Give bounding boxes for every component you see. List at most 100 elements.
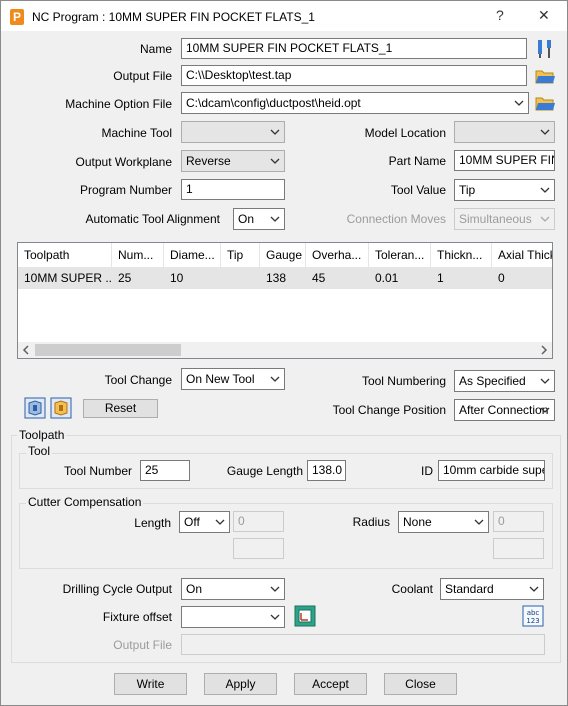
output-workplane-value: Reverse: [186, 154, 231, 168]
column-header[interactable]: Tip: [221, 243, 260, 268]
column-header[interactable]: Gauge: [260, 243, 306, 268]
chevron-down-icon: [540, 129, 550, 135]
fixture-offset-combo[interactable]: [181, 606, 285, 628]
length-value: Off: [184, 515, 200, 529]
output-file-input[interactable]: C:\\Desktop\test.tap: [181, 65, 527, 86]
length-number-input[interactable]: 0: [233, 511, 284, 532]
tool-change-label: Tool Change: [104, 373, 172, 387]
column-header[interactable]: Toolpath: [18, 243, 112, 268]
column-header[interactable]: Thickn...: [431, 243, 492, 268]
name-input[interactable]: 10MM SUPER FIN POCKET FLATS_1: [181, 38, 527, 59]
scroll-right-icon[interactable]: [539, 345, 549, 355]
connection-moves-value: Simultaneous: [459, 212, 532, 226]
machine-option-combo[interactable]: C:\dcam\config\ductpost\heid.opt: [181, 92, 529, 114]
tool-number-label: Tool Number: [63, 464, 132, 478]
tool-change-combo[interactable]: On New Tool: [181, 368, 285, 390]
drilling-cycle-value: On: [186, 582, 203, 596]
tool-value-combo[interactable]: Tip: [454, 179, 555, 201]
radius-label: Radius: [352, 515, 390, 529]
table-cell: 10MM SUPER ...: [24, 271, 112, 285]
tool-numbering-label: Tool Numbering: [361, 374, 446, 388]
title-bar: P NC Program : 10MM SUPER FIN POCKET FLA…: [1, 1, 567, 31]
model-location-combo[interactable]: [454, 121, 555, 143]
nc-program-dialog: P NC Program : 10MM SUPER FIN POCKET FLA…: [0, 0, 568, 706]
machine-tool-combo[interactable]: [181, 121, 285, 143]
close-button[interactable]: Close: [384, 673, 457, 695]
window-title: NC Program : 10MM SUPER FIN POCKET FLATS…: [32, 10, 315, 24]
auto-align-label: Automatic Tool Alignment: [85, 212, 220, 226]
column-header[interactable]: Num...: [112, 243, 164, 268]
tool-change-position-value: After Connection: [459, 403, 549, 417]
part-name-input[interactable]: 10MM SUPER FIN POCKET FLATS_1: [454, 150, 555, 171]
chevron-down-icon: [540, 407, 550, 413]
table-cell: 45: [312, 271, 326, 285]
column-header[interactable]: Axial Thick: [492, 243, 552, 268]
drilling-cycle-combo[interactable]: On: [181, 578, 285, 600]
fixture-offset-label: Fixture offset: [102, 610, 172, 624]
table-cell: 10: [170, 271, 184, 285]
model-location-label: Model Location: [364, 126, 446, 140]
table-cell: 1: [437, 271, 444, 285]
output-workplane-label: Output Workplane: [75, 155, 173, 169]
length-combo[interactable]: Off: [179, 511, 230, 533]
coolant-value: Standard: [445, 582, 494, 596]
app-logo-icon: P: [10, 9, 24, 25]
reset-button[interactable]: Reset: [83, 399, 158, 418]
length-extra-input[interactable]: [233, 538, 284, 559]
text-options-icon[interactable]: abc 123: [522, 605, 544, 627]
apply-button[interactable]: Apply: [204, 673, 277, 695]
tool-number-input[interactable]: 25: [140, 460, 190, 481]
chevron-down-icon: [270, 216, 280, 222]
tool-numbering-combo[interactable]: As Specified: [454, 370, 555, 392]
column-header[interactable]: Toleran...: [369, 243, 431, 268]
tool-numbering-value: As Specified: [459, 374, 526, 388]
chevron-down-icon: [270, 158, 280, 164]
radius-extra-input[interactable]: [493, 538, 544, 559]
open-folder-icon[interactable]: [534, 92, 556, 114]
column-header[interactable]: Overha...: [306, 243, 369, 268]
gauge-length-input[interactable]: 138.0: [307, 460, 346, 481]
tool-id-input[interactable]: 10mm carbide super fin: [438, 460, 545, 481]
radius-number-input[interactable]: 0: [493, 511, 544, 532]
connection-moves-label: Connection Moves: [346, 212, 446, 226]
coolant-label: Coolant: [391, 582, 433, 596]
scroll-left-icon[interactable]: [21, 345, 31, 355]
program-number-input[interactable]: 1: [181, 179, 285, 200]
tool-renumber-icon[interactable]: [50, 397, 72, 419]
chevron-down-icon: [270, 586, 280, 592]
radius-combo[interactable]: None: [398, 511, 489, 533]
chevron-down-icon: [474, 519, 484, 525]
coolant-combo[interactable]: Standard: [440, 578, 544, 600]
name-label: Name: [139, 42, 172, 56]
toolpath-group-title: Toolpath: [17, 428, 67, 442]
tool-value-label: Tool Value: [390, 183, 446, 197]
horizontal-scrollbar[interactable]: [18, 342, 552, 358]
chevron-down-icon: [529, 586, 539, 592]
write-button[interactable]: Write: [114, 673, 187, 695]
connection-moves-combo[interactable]: Simultaneous: [454, 208, 555, 230]
table-cell: 25: [118, 271, 132, 285]
auto-align-combo[interactable]: On: [233, 208, 285, 230]
output-file-label: Output File: [113, 69, 172, 83]
tool-list-icon[interactable]: [24, 397, 46, 419]
program-number-label: Program Number: [79, 183, 172, 197]
machine-option-label: Machine Option File: [65, 97, 172, 111]
accept-button[interactable]: Accept: [294, 673, 367, 695]
scrollbar-thumb[interactable]: [35, 344, 181, 356]
chevron-down-icon: [540, 187, 550, 193]
table-cell: 0: [498, 271, 505, 285]
help-button[interactable]: ?: [496, 7, 504, 23]
bottom-output-file-input[interactable]: [181, 634, 545, 655]
table-row[interactable]: 10MM SUPER ... 25 10 138 45 0.01 1 0: [18, 268, 552, 289]
chevron-down-icon: [270, 129, 280, 135]
auto-align-value: On: [238, 212, 255, 226]
radius-value: None: [403, 515, 432, 529]
tool-change-position-combo[interactable]: After Connection: [454, 399, 555, 421]
tool-properties-icon[interactable]: [534, 38, 556, 60]
column-header[interactable]: Diame...: [164, 243, 221, 268]
svg-text:123: 123: [526, 617, 539, 625]
workplane-icon[interactable]: [294, 605, 316, 627]
output-workplane-combo[interactable]: Reverse: [181, 150, 285, 172]
open-folder-icon[interactable]: [534, 65, 556, 87]
close-window-button[interactable]: ✕: [538, 7, 550, 24]
